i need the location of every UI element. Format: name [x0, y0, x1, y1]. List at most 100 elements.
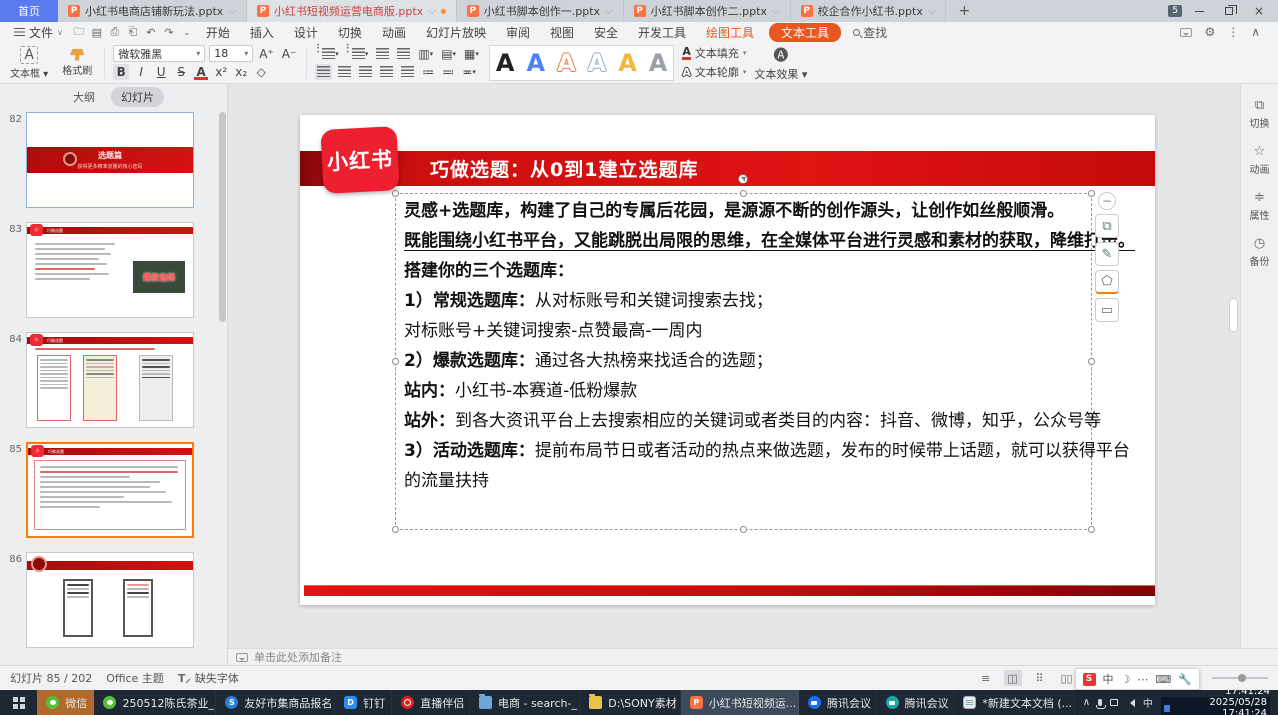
thumbnail-scrollbar[interactable]: [219, 112, 226, 322]
resize-handle[interactable]: [1088, 190, 1095, 197]
columns-button[interactable]: ▥▾: [416, 46, 435, 62]
line-spacing-button[interactable]: ≔: [420, 64, 436, 80]
slide-title-banner[interactable]: 巧做选题：从0到1建立选题库: [300, 151, 1155, 186]
resize-handle[interactable]: [1088, 358, 1095, 365]
taskbar-market-signup[interactable]: S 友好市集商品报名: [216, 690, 335, 715]
slide-85-canvas[interactable]: 巧做选题：从0到1建立选题库 小红书 灵感+选题库，构建了自己的专属后花园，是源…: [300, 115, 1155, 605]
pin-icon[interactable]: ⌵: [772, 6, 780, 17]
increase-indent-button[interactable]: [395, 46, 412, 62]
text-effects-button[interactable]: 🅐 文本效果 ▾: [754, 44, 807, 82]
pin-icon[interactable]: ⌵: [428, 6, 436, 17]
wordart-style-4[interactable]: A: [588, 51, 607, 75]
taskbar-tencent-meeting-2[interactable]: 腾讯会议: [877, 690, 955, 715]
bullet-list-button[interactable]: ▾: [315, 46, 341, 62]
panel-properties[interactable]: ≑ 属性: [1250, 190, 1270, 222]
doc-tab-2-active[interactable]: P 小红书短视频运营电商版.pptx ⌵: [247, 0, 457, 22]
taskbar-live-companion[interactable]: 直播伴侣: [392, 690, 470, 715]
doc-tab-3[interactable]: P 小红书脚本创作一.pptx ⌵: [457, 0, 624, 22]
ime-toolbox-icon[interactable]: 🔧: [1178, 673, 1192, 686]
format-painter-button[interactable]: 格式刷: [58, 49, 96, 77]
distribute-button[interactable]: [399, 64, 416, 80]
wordart-style-2[interactable]: A: [526, 51, 545, 75]
taskbar-dingtalk[interactable]: D 钉钉: [335, 690, 392, 715]
search-box[interactable]: 查找: [853, 24, 887, 41]
collapse-toolbar-button[interactable]: −: [1098, 192, 1116, 210]
close-button[interactable]: ×: [1246, 1, 1272, 21]
tray-expand-icon[interactable]: ∧: [1083, 697, 1090, 708]
align-objects-button[interactable]: ▦▾: [462, 46, 481, 62]
menu-draw-tools[interactable]: 绘图工具: [697, 24, 763, 41]
ime-keyboard-icon[interactable]: ⌨: [1155, 673, 1171, 686]
ime-moon-icon[interactable]: ☽: [1121, 673, 1131, 686]
menu-slideshow[interactable]: 幻灯片放映: [417, 24, 495, 41]
align-center-button[interactable]: [336, 64, 353, 80]
slide-thumb-84[interactable]: 84 小巧做选题: [0, 332, 217, 428]
home-tab[interactable]: 首页: [0, 0, 58, 22]
settings-gear-icon[interactable]: ⚙: [1204, 25, 1215, 39]
text-direction-button[interactable]: ▤▾: [439, 46, 458, 62]
pen-edit-button[interactable]: ✎: [1095, 242, 1119, 266]
panel-animation[interactable]: ☆ 动画: [1250, 144, 1270, 176]
doc-tab-1[interactable]: P 小红书电商店铺新玩法.pptx ⌵: [58, 0, 247, 22]
minimize-button[interactable]: [1186, 1, 1212, 21]
more-dots-icon[interactable]: ⋮: [1227, 25, 1239, 39]
undo-icon[interactable]: ↶: [143, 26, 159, 39]
print-icon[interactable]: ⎗: [125, 25, 141, 39]
text-outline-button[interactable]: A 文本轮廓▾: [682, 64, 746, 80]
menu-view[interactable]: 视图: [541, 24, 583, 41]
paragraph-more-button[interactable]: ≖▾: [460, 64, 478, 80]
align-right-button[interactable]: [357, 64, 374, 80]
panel-backup[interactable]: ◷ 备份: [1250, 236, 1270, 268]
taskbar-wechat-group[interactable]: 250512陈氏茶业_: [94, 690, 216, 715]
wordart-style-3[interactable]: A: [557, 51, 576, 75]
frame-button[interactable]: ▭: [1095, 298, 1119, 322]
font-name-combo[interactable]: 微软雅黑▾: [113, 45, 205, 62]
network-icon[interactable]: [1110, 699, 1118, 706]
normal-view-button[interactable]: ◫: [1004, 670, 1022, 686]
align-left-button[interactable]: [315, 64, 332, 80]
menu-review[interactable]: 审阅: [497, 24, 539, 41]
message-icon[interactable]: [1180, 28, 1192, 37]
doc-tab-4[interactable]: P 小红书脚本创作二.pptx ⌵: [624, 0, 791, 22]
menu-insert[interactable]: 插入: [241, 24, 283, 41]
wordart-style-5[interactable]: A: [618, 51, 637, 75]
decrease-indent-button[interactable]: [374, 46, 391, 62]
doc-tab-5[interactable]: P 校企合作小红书.pptx ⌵: [791, 0, 947, 22]
resize-handle[interactable]: [1088, 526, 1095, 533]
xiaohongshu-logo[interactable]: 小红书: [320, 126, 399, 194]
bold-button[interactable]: B: [113, 64, 129, 80]
start-button[interactable]: [0, 690, 37, 715]
menu-devtools[interactable]: 开发工具: [629, 24, 695, 41]
justify-button[interactable]: [378, 64, 395, 80]
sogou-ime-icon[interactable]: S: [1083, 673, 1096, 686]
subscript-button[interactable]: x₂: [233, 64, 249, 80]
strikethrough-button[interactable]: S: [173, 64, 189, 80]
tray-clock[interactable]: 17:41:24 2025/05/28 17:41:24: [1161, 686, 1270, 715]
slide-text-box-selected[interactable]: 灵感+选题库，构建了自己的专属后花园，是源源不断的创作源头，让创作如丝般顺滑。 …: [395, 193, 1092, 530]
panel-transition[interactable]: ⧉ 切换: [1250, 98, 1270, 130]
decrease-font-button[interactable]: A⁻: [280, 46, 299, 62]
save-icon[interactable]: ▤: [89, 26, 105, 39]
pin-icon[interactable]: ⌵: [605, 6, 613, 17]
superscript-button[interactable]: x²: [213, 64, 229, 80]
collapse-ribbon-icon[interactable]: ∧: [1251, 25, 1260, 39]
resize-handle[interactable]: [392, 358, 399, 365]
increase-font-button[interactable]: A⁺: [257, 46, 276, 62]
file-menu[interactable]: 文件 ∨: [8, 24, 69, 41]
notes-toggle-icon[interactable]: ≡: [977, 670, 995, 686]
theme-name[interactable]: Office 主题: [106, 670, 164, 686]
italic-button[interactable]: I: [133, 64, 149, 80]
layers-button[interactable]: ⧉: [1095, 214, 1119, 238]
redo-icon[interactable]: ↷: [161, 26, 177, 39]
pin-icon[interactable]: ⌵: [928, 6, 936, 17]
missing-font-warning[interactable]: T⸝ 缺失字体: [178, 670, 239, 686]
taskbar-ecommerce-folder[interactable]: 电商 - search-_: [470, 690, 580, 715]
wordart-style-1[interactable]: A: [496, 51, 515, 75]
menu-security[interactable]: 安全: [585, 24, 627, 41]
resize-handle[interactable]: [392, 526, 399, 533]
restore-button[interactable]: [1216, 1, 1242, 21]
textbox-button[interactable]: A 文本框 ▾: [6, 46, 52, 80]
clear-format-button[interactable]: ◇: [253, 64, 269, 80]
new-tab-button[interactable]: +: [946, 0, 982, 22]
taskbar-wps-active[interactable]: P 小红书短视频运...: [681, 690, 799, 715]
